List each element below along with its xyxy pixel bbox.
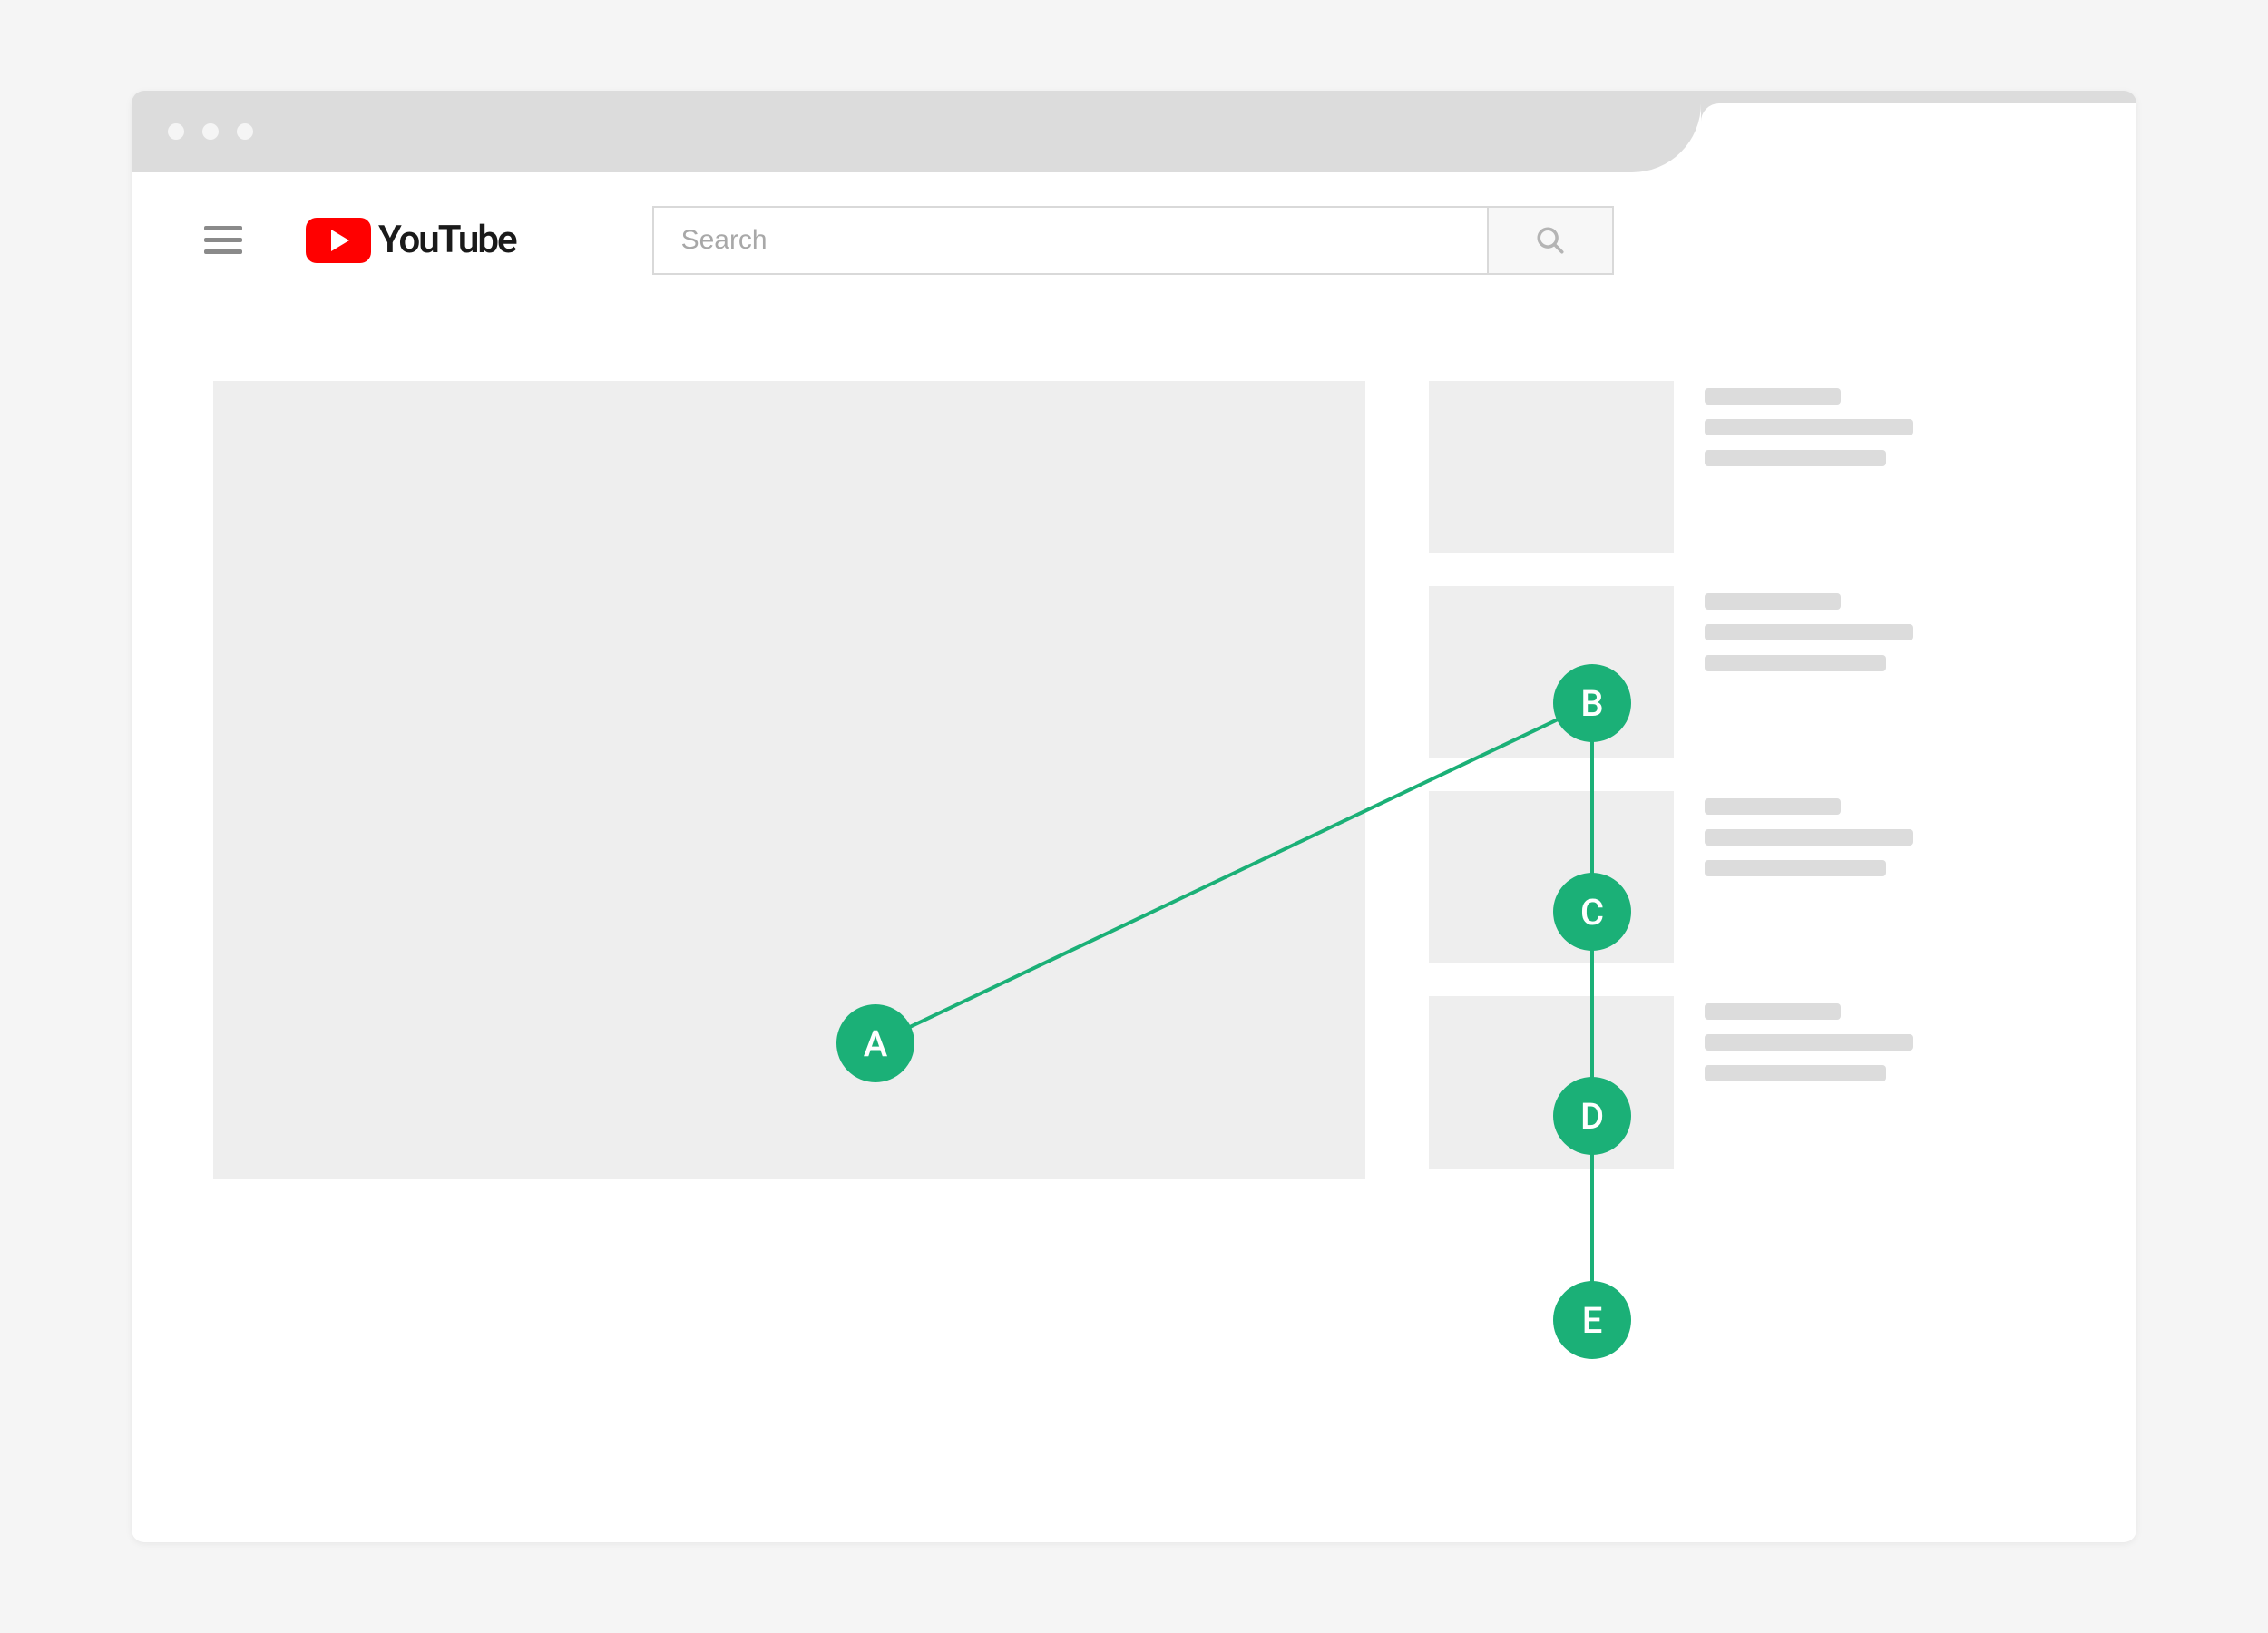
search-icon [1535,225,1566,256]
menu-icon[interactable] [204,226,242,254]
text-skeleton [1705,624,1913,640]
recommendation-thumbnail [1429,381,1674,553]
text-skeleton [1705,450,1886,466]
text-skeleton [1705,798,1841,815]
recommendation-item[interactable] [1429,381,2055,553]
recommendation-item[interactable] [1429,586,2055,758]
youtube-logo[interactable]: YouTube [306,218,516,263]
video-player[interactable] [213,381,1365,1179]
window-dot [237,123,253,140]
text-skeleton [1705,1065,1886,1081]
masthead: YouTube [132,172,2136,308]
text-skeleton [1705,1003,1841,1020]
browser-chrome-bar [132,91,2136,172]
window-controls [168,123,253,140]
browser-mockup: YouTube [132,91,2136,1542]
window-dot [202,123,219,140]
text-skeleton [1705,860,1886,876]
recommendation-meta [1705,586,2055,758]
recommendation-thumbnail [1429,586,1674,758]
search-input[interactable] [652,206,1487,275]
watch-content: ABCDE [132,308,2136,1252]
recommendation-meta [1705,791,2055,963]
brand-text: YouTube [378,218,516,262]
text-skeleton [1705,593,1841,610]
recommendations-sidebar [1429,381,2055,1179]
recommendation-thumbnail [1429,791,1674,963]
recommendation-item[interactable] [1429,791,2055,963]
text-skeleton [1705,1034,1913,1051]
recommendation-meta [1705,996,2055,1169]
window-dot [168,123,184,140]
text-skeleton [1705,829,1913,846]
search-button[interactable] [1487,206,1614,275]
text-skeleton [1705,419,1913,435]
browser-tab [1701,103,2136,172]
text-skeleton [1705,655,1886,671]
search-bar [652,206,1614,275]
play-icon [306,218,371,263]
text-skeleton [1705,388,1841,405]
browser-tab-curve [1632,103,1701,172]
recommendation-meta [1705,381,2055,553]
recommendation-item[interactable] [1429,996,2055,1169]
annotation-node-e: E [1553,1281,1631,1359]
recommendation-thumbnail [1429,996,1674,1169]
